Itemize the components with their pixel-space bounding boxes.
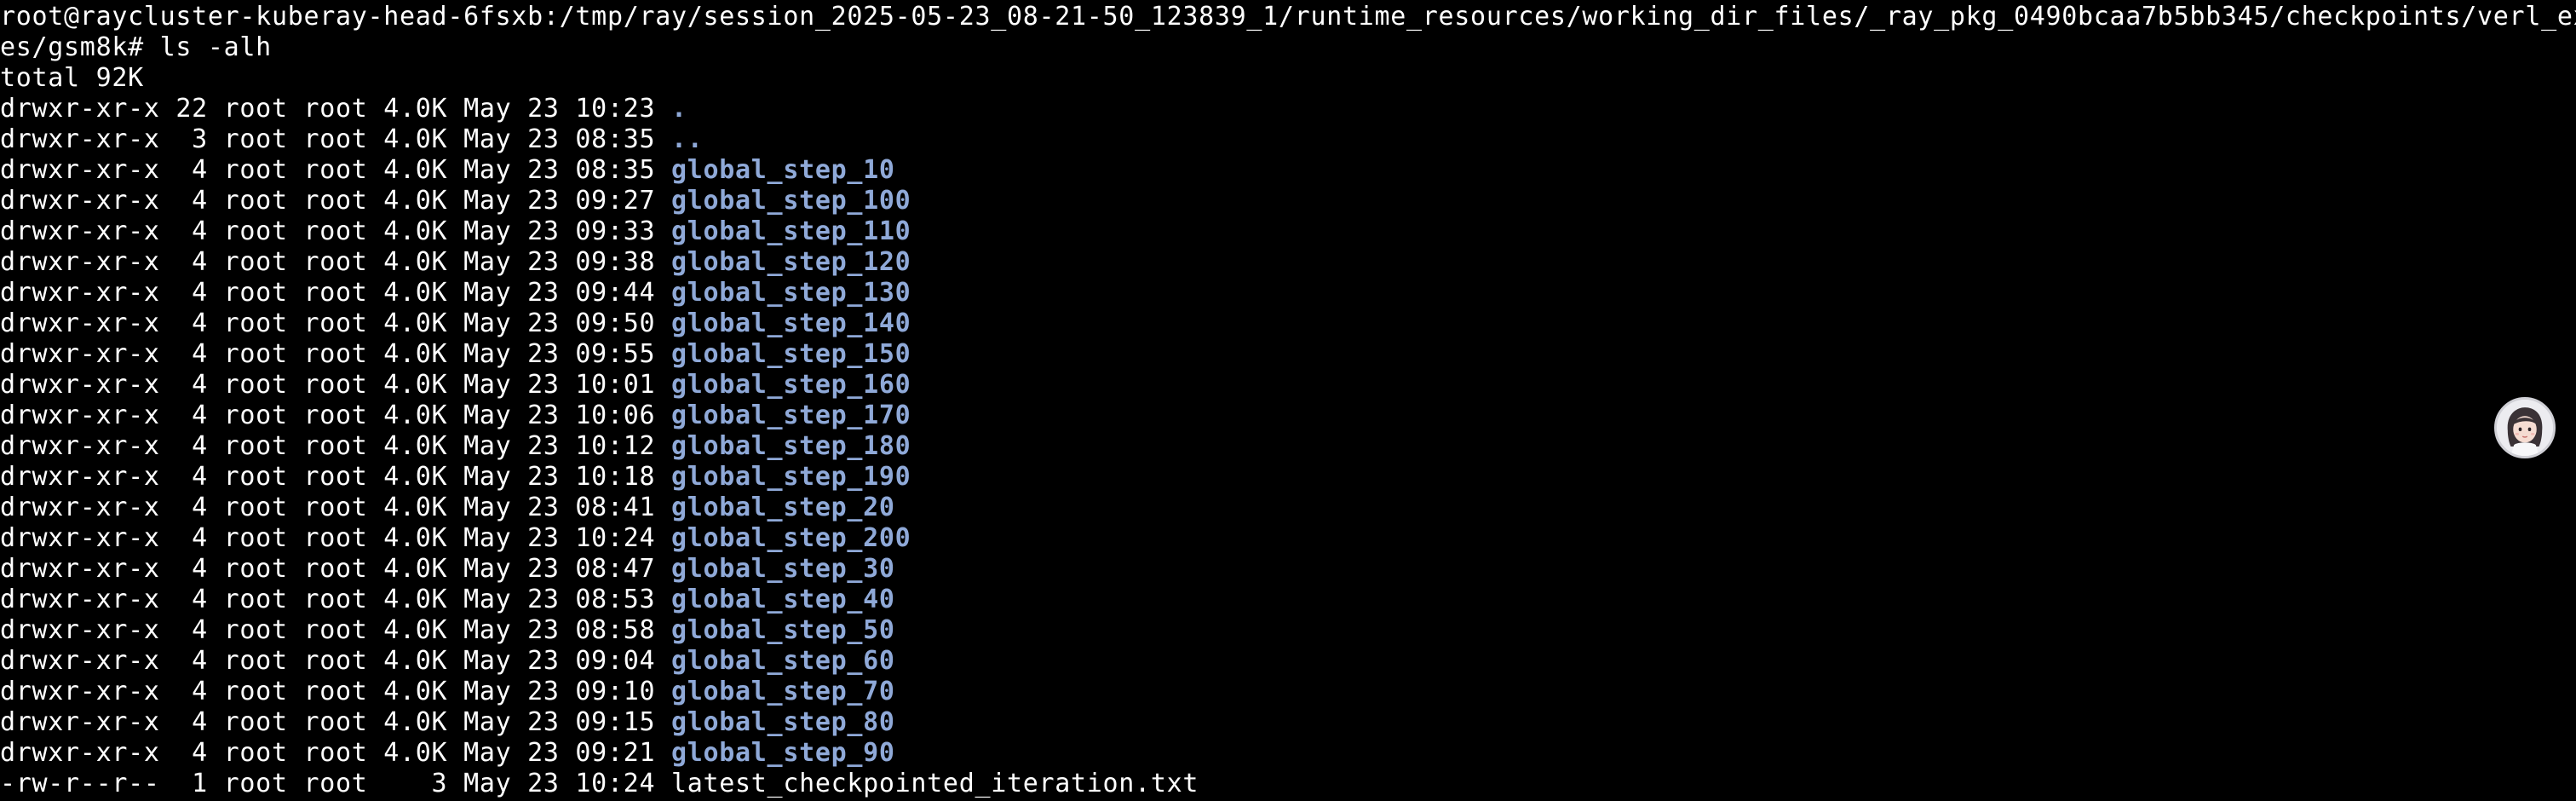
entry-meta: drwxr-xr-x 22 root root 4.0K May 23 10:2… xyxy=(0,94,671,124)
entry-name: . xyxy=(670,94,687,124)
entry-meta: drwxr-xr-x 4 root root 4.0K May 23 09:55 xyxy=(0,339,671,369)
prompt-line-1: root@raycluster-kuberay-head-6fsxb:/tmp/… xyxy=(0,2,2576,32)
entry-meta: drwxr-xr-x 4 root root 4.0K May 23 10:24 xyxy=(0,523,671,553)
entry-meta: drwxr-xr-x 4 root root 4.0K May 23 09:33 xyxy=(0,216,671,246)
list-item: drwxr-xr-x 4 root root 4.0K May 23 08:41… xyxy=(0,493,2576,523)
entry-name: latest_checkpointed_iteration.txt xyxy=(670,769,1199,798)
entry-meta: -rw-r--r-- 1 root root 3 May 23 10:24 xyxy=(0,769,671,798)
entry-name: global_step_150 xyxy=(670,339,911,369)
entry-meta: drwxr-xr-x 4 root root 4.0K May 23 09:50 xyxy=(0,308,671,338)
list-item: -rw-r--r-- 1 root root 3 May 23 10:24 la… xyxy=(0,769,2576,799)
list-item: drwxr-xr-x 4 root root 4.0K May 23 08:47… xyxy=(0,554,2576,585)
entry-name: global_step_40 xyxy=(670,585,895,614)
list-item: drwxr-xr-x 4 root root 4.0K May 23 10:12… xyxy=(0,431,2576,462)
entry-meta: drwxr-xr-x 4 root root 4.0K May 23 09:38 xyxy=(0,247,671,277)
entry-meta: drwxr-xr-x 4 root root 4.0K May 23 10:18 xyxy=(0,462,671,492)
list-item: drwxr-xr-x 4 root root 4.0K May 23 10:18… xyxy=(0,462,2576,493)
entry-name: global_step_10 xyxy=(670,155,895,185)
entry-name: global_step_130 xyxy=(670,278,911,308)
entry-meta: drwxr-xr-x 4 root root 4.0K May 23 09:21 xyxy=(0,738,671,768)
list-item: drwxr-xr-x 4 root root 4.0K May 23 09:33… xyxy=(0,216,2576,247)
entry-name: global_step_20 xyxy=(670,493,895,522)
avatar-face-icon xyxy=(2497,400,2553,456)
entry-meta: drwxr-xr-x 3 root root 4.0K May 23 08:35 xyxy=(0,124,671,154)
entry-meta: drwxr-xr-x 4 root root 4.0K May 23 10:06 xyxy=(0,400,671,430)
entry-name: global_step_60 xyxy=(670,646,895,676)
list-item: drwxr-xr-x 4 root root 4.0K May 23 08:35… xyxy=(0,155,2576,186)
list-item: drwxr-xr-x 3 root root 4.0K May 23 08:35… xyxy=(0,124,2576,155)
list-item: drwxr-xr-x 4 root root 4.0K May 23 09:04… xyxy=(0,646,2576,677)
list-item: drwxr-xr-x 4 root root 4.0K May 23 09:15… xyxy=(0,707,2576,738)
user-avatar-icon[interactable] xyxy=(2494,397,2556,458)
entry-meta: drwxr-xr-x 4 root root 4.0K May 23 09:15 xyxy=(0,707,671,737)
list-item: drwxr-xr-x 4 root root 4.0K May 23 09:10… xyxy=(0,677,2576,707)
entry-name: global_step_50 xyxy=(670,615,895,645)
entry-name: global_step_30 xyxy=(670,554,895,584)
terminal-window[interactable]: root@raycluster-kuberay-head-6fsxb:/tmp/… xyxy=(0,0,2576,801)
list-item: drwxr-xr-x 22 root root 4.0K May 23 10:2… xyxy=(0,94,2576,124)
list-item: drwxr-xr-x 4 root root 4.0K May 23 09:50… xyxy=(0,308,2576,339)
entry-meta: drwxr-xr-x 4 root root 4.0K May 23 09:04 xyxy=(0,646,671,676)
entry-name: global_step_90 xyxy=(670,738,895,768)
entry-meta: drwxr-xr-x 4 root root 4.0K May 23 08:41 xyxy=(0,493,671,522)
list-item: drwxr-xr-x 4 root root 4.0K May 23 10:01… xyxy=(0,370,2576,400)
entry-name: .. xyxy=(670,124,704,154)
list-item: drwxr-xr-x 4 root root 4.0K May 23 10:24… xyxy=(0,523,2576,554)
list-item: drwxr-xr-x 4 root root 4.0K May 23 08:58… xyxy=(0,615,2576,646)
entry-name: global_step_180 xyxy=(670,431,911,461)
list-item: drwxr-xr-x 4 root root 4.0K May 23 09:27… xyxy=(0,186,2576,216)
entry-name: global_step_80 xyxy=(670,707,895,737)
entry-meta: drwxr-xr-x 4 root root 4.0K May 23 10:01 xyxy=(0,370,671,400)
list-item: drwxr-xr-x 4 root root 4.0K May 23 10:06… xyxy=(0,400,2576,431)
list-item: drwxr-xr-x 4 root root 4.0K May 23 08:53… xyxy=(0,585,2576,615)
entry-meta: drwxr-xr-x 4 root root 4.0K May 23 08:58 xyxy=(0,615,671,645)
list-item: drwxr-xr-x 4 root root 4.0K May 23 09:21… xyxy=(0,738,2576,769)
total-line: total 92K xyxy=(0,63,144,93)
entry-meta: drwxr-xr-x 4 root root 4.0K May 23 08:53 xyxy=(0,585,671,614)
entry-meta: drwxr-xr-x 4 root root 4.0K May 23 09:44 xyxy=(0,278,671,308)
entry-name: global_step_120 xyxy=(670,247,911,277)
entry-meta: drwxr-xr-x 4 root root 4.0K May 23 08:47 xyxy=(0,554,671,584)
entry-name: global_step_200 xyxy=(670,523,911,553)
list-item: drwxr-xr-x 4 root root 4.0K May 23 09:44… xyxy=(0,278,2576,308)
entry-name: global_step_190 xyxy=(670,462,911,492)
entry-name: global_step_100 xyxy=(670,186,911,216)
entry-meta: drwxr-xr-x 4 root root 4.0K May 23 10:12 xyxy=(0,431,671,461)
list-item: drwxr-xr-x 4 root root 4.0K May 23 09:55… xyxy=(0,339,2576,370)
entry-name: global_step_140 xyxy=(670,308,911,338)
entry-meta: drwxr-xr-x 4 root root 4.0K May 23 09:10 xyxy=(0,677,671,706)
entry-name: global_step_70 xyxy=(670,677,895,706)
list-item: drwxr-xr-x 4 root root 4.0K May 23 09:38… xyxy=(0,247,2576,278)
entry-name: global_step_110 xyxy=(670,216,911,246)
entry-meta: drwxr-xr-x 4 root root 4.0K May 23 08:35 xyxy=(0,155,671,185)
entry-meta: drwxr-xr-x 4 root root 4.0K May 23 09:27 xyxy=(0,186,671,216)
entry-name: global_step_160 xyxy=(670,370,911,400)
prompt-line-2: es/gsm8k# ls -alh xyxy=(0,32,272,62)
entry-name: global_step_170 xyxy=(670,400,911,430)
